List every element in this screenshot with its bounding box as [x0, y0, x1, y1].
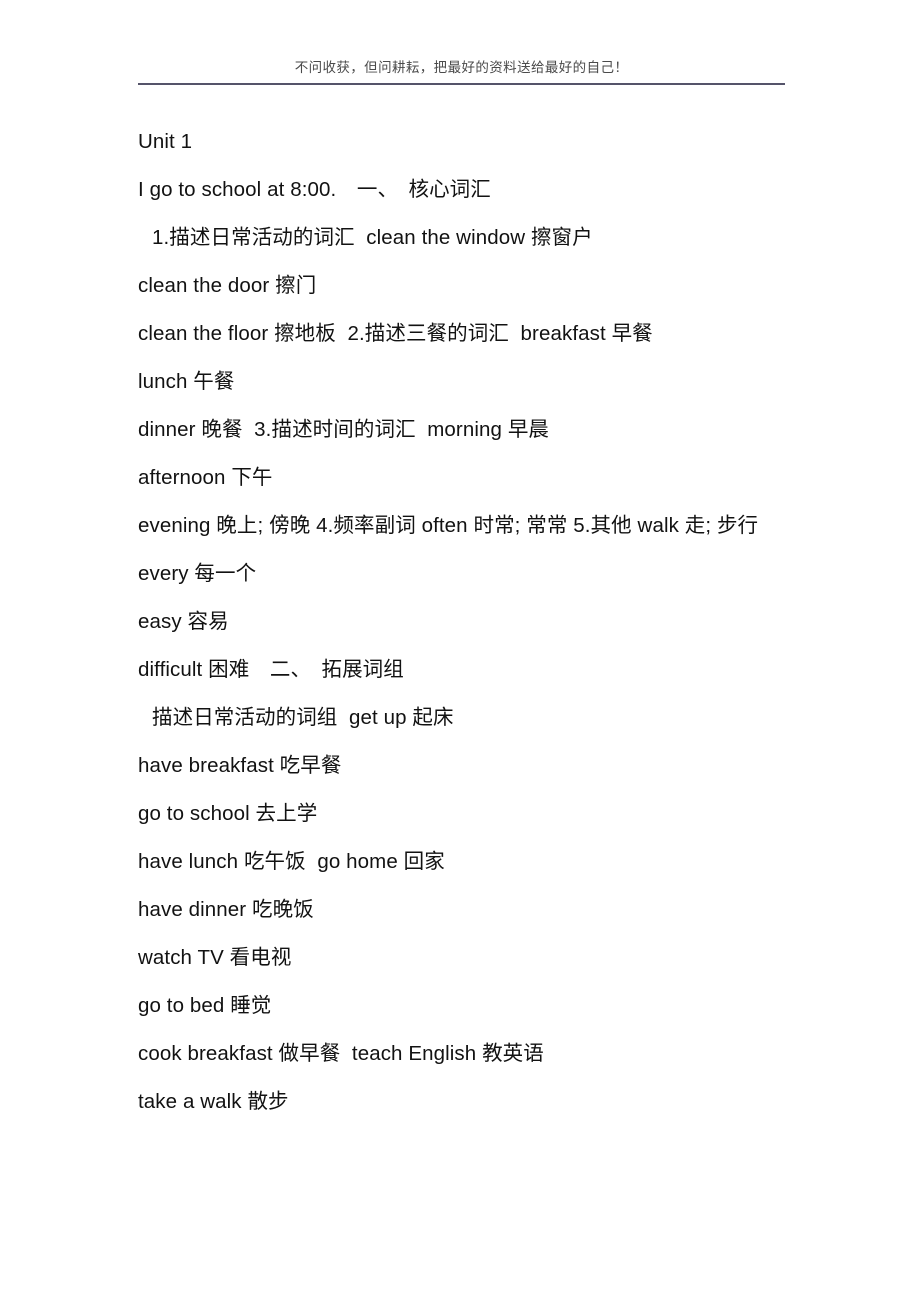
document-body: Unit 1 I go to school at 8:00. 一、 核心词汇 1.描…: [138, 118, 798, 1126]
doc-line-clean-the-door: clean the door 擦门: [138, 274, 317, 297]
doc-line-go-to-school: go to school 去上学: [138, 802, 318, 825]
doc-line-vocab-group-1: 1.描述日常活动的词汇 clean the window 擦窗户: [152, 226, 593, 249]
document-page: 不问收获，但问耕耘，把最好的资料送给最好的自己！ Unit 1 I go to s…: [0, 0, 920, 1302]
doc-line-have-dinner: have dinner 吃晚饭: [138, 898, 314, 921]
doc-line-have-lunch-go-home: have lunch 吃午饭 go home 回家: [138, 850, 445, 873]
doc-line-lesson-title: I go to school at 8:00. 一、 核心词汇: [138, 178, 491, 201]
doc-line-have-breakfast: have breakfast 吃早餐: [138, 754, 342, 777]
doc-line-go-to-bed: go to bed 睡觉: [138, 994, 272, 1017]
doc-line-watch-tv: watch TV 看电视: [138, 946, 292, 969]
doc-line-difficult-section-2: difficult 困难 二、 拓展词组: [138, 658, 404, 681]
doc-line-lunch: lunch 午餐: [138, 370, 235, 393]
header-divider-rule: [138, 83, 785, 85]
running-header-text: 不问收获，但问耕耘，把最好的资料送给最好的自己！: [294, 60, 629, 76]
doc-line-take-a-walk: take a walk 散步: [138, 1090, 289, 1113]
doc-line-easy: easy 容易: [138, 610, 229, 633]
doc-line-dinner: dinner 晚餐 3.描述时间的词汇 morning 早晨: [138, 418, 550, 441]
doc-line-phrase-group-1: 描述日常活动的词组 get up 起床: [152, 706, 454, 729]
doc-line-clean-the-floor: clean the floor 擦地板 2.描述三餐的词汇 breakfast …: [138, 322, 653, 345]
doc-line-unit-heading: Unit 1: [138, 130, 193, 153]
running-header: 不问收获，但问耕耘，把最好的资料送给最好的自己！: [138, 58, 785, 85]
doc-line-cook-teach: cook breakfast 做早餐 teach English 教英语: [138, 1042, 544, 1065]
doc-line-afternoon: afternoon 下午: [138, 466, 273, 489]
doc-line-every: every 每一个: [138, 562, 257, 585]
doc-line-evening-adverbs: evening 晚上; 傍晚 4.频率副词 often 时常; 常常 5.其他 …: [138, 514, 759, 537]
